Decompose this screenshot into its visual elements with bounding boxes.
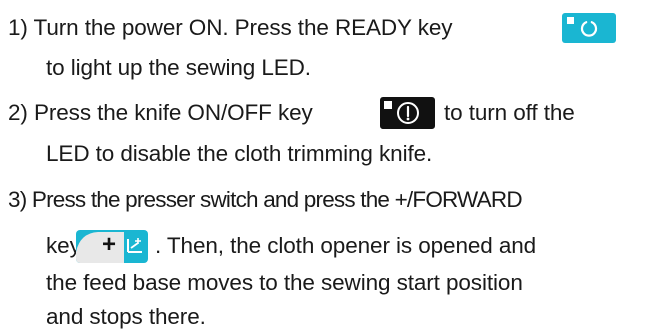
ready-key-image [562,13,616,43]
step-3-line-3: the feed base moves to the sewing start … [46,270,523,295]
step-2-line-2: LED to disable the cloth trimming knife. [46,141,433,166]
knife-key-image [380,97,435,129]
step-3-line-2b: . Then, the cloth opener is opened and [155,233,537,258]
plus-forward-icon [127,238,142,253]
plus-icon: + [102,231,116,258]
step-3-line-1: 3) Press the presser switch and press th… [8,187,523,212]
step-2-line-1b: to turn off the [444,100,575,125]
power-cycle-icon [580,21,598,37]
step-1-line-1: 1) Turn the power ON. Press the READY ke… [8,15,453,40]
ready-led-icon [567,17,574,24]
forward-key-image: + [76,230,148,263]
step-1-line-2: to light up the sewing LED. [46,55,311,80]
step-2-line-1a: 2) Press the knife ON/OFF key [8,100,313,125]
forward-key-shape-icon [76,232,124,263]
knife-led-icon [384,101,392,109]
knife-toggle-icon [396,102,419,124]
step-3-line-4: and stops there. [46,304,206,329]
instruction-page: 1) Turn the power ON. Press the READY ke… [0,0,646,331]
